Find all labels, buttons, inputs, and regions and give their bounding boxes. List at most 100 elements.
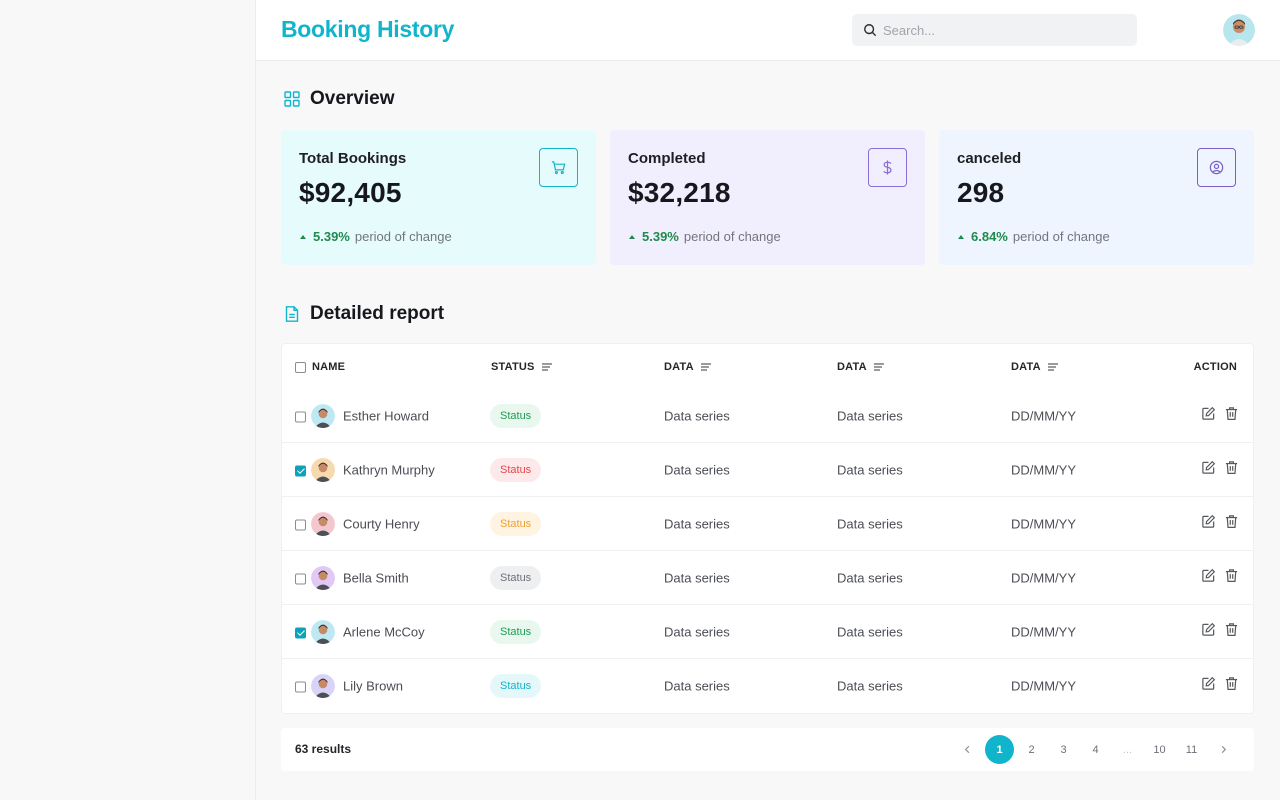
up-arrow-icon [958,234,964,239]
column-data-3[interactable]: DATA [1011,361,1059,373]
row-actions [1201,460,1239,480]
stat-card-total-bookings: Total Bookings $92,405 5.39% period of c… [281,130,596,265]
search-input[interactable] [883,22,1123,38]
trash-icon[interactable] [1224,568,1239,588]
row-data-1: Data series [664,462,730,477]
stat-change-text: period of change [683,229,781,244]
row-checkbox[interactable] [295,681,306,693]
row-data-1: Data series [664,624,730,639]
page-button[interactable]: 11 [1177,735,1206,764]
avatar [311,403,335,428]
avatar [311,457,335,482]
row-name: Kathryn Murphy [343,462,435,477]
sort-icon[interactable] [1047,362,1059,372]
report-table: NAME STATUS DATA DATA DATA ACTION Esther… [281,343,1254,714]
row-data-2: Data series [837,678,903,694]
row-checkbox-wrap [295,410,306,422]
page-button[interactable]: 10 [1145,735,1174,764]
column-status[interactable]: STATUS [491,361,553,373]
row-date: DD/MM/YY [1011,678,1076,694]
overview-title: Overview [310,88,395,109]
select-all-checkbox[interactable] [295,361,306,373]
chevron-right-icon[interactable] [1209,735,1238,764]
stat-value: $32,218 [628,177,731,208]
row-date: DD/MM/YY [1011,516,1076,531]
stat-card-completed: Completed $32,218 5.39% period of change [610,130,925,265]
stat-change-percent: 5.39% [642,229,679,244]
table-row[interactable]: Lily Brown Status Data series Data serie… [282,659,1253,713]
row-data-1: Data series [664,408,730,423]
edit-icon[interactable] [1201,676,1216,696]
avatar [311,565,335,590]
page-button[interactable]: 3 [1049,735,1078,764]
row-checkbox[interactable] [295,519,306,530]
status-badge: Status [490,511,542,536]
edit-icon[interactable] [1201,460,1216,480]
row-name: Esther Howard [343,408,429,423]
row-data-1: Data series [664,678,730,694]
row-date: DD/MM/YY [1011,570,1076,585]
stat-value: $92,405 [299,177,402,208]
trash-icon[interactable] [1224,460,1239,480]
document-icon [283,305,301,323]
report-title: Detailed report [310,303,445,324]
column-action-label: ACTION [1193,361,1237,373]
table-row[interactable]: Bella Smith Status Data series Data seri… [282,551,1253,605]
stat-label: Completed [628,150,706,167]
pagination-ellipsis: ... [1122,743,1133,756]
row-checkbox[interactable] [295,627,306,638]
column-data-1[interactable]: DATA [664,361,712,373]
table-row[interactable]: Esther Howard Status Data series Data se… [282,389,1253,443]
column-status-label: STATUS [491,361,535,373]
page-button[interactable]: 4 [1081,735,1110,764]
stat-change: 6.84% period of change [957,229,1110,244]
table-row[interactable]: Courty Henry Status Data series Data ser… [282,497,1253,551]
chevron-left-icon[interactable] [953,735,982,764]
edit-icon[interactable] [1201,514,1216,534]
status-badge: Status [490,403,542,428]
table-footer: 63 results 1 2 3 4... 10 11 [281,728,1254,771]
status-badge: Status [490,619,542,644]
table-row[interactable]: Kathryn Murphy Status Data series Data s… [282,443,1253,497]
column-name-label: NAME [312,361,346,373]
user-avatar[interactable] [1223,14,1255,46]
edit-icon[interactable] [1201,406,1216,426]
report-heading: Detailed report [283,303,444,325]
page-title: Booking History [281,16,455,42]
column-data-label: DATA [1011,361,1041,373]
avatar [311,619,335,644]
column-data-label: DATA [837,361,867,373]
column-data-label: DATA [664,361,694,373]
dollar-icon [868,148,907,187]
page-button[interactable]: 2 [1017,735,1046,764]
sort-icon[interactable] [873,362,885,372]
stat-label: Total Bookings [299,150,407,167]
search-bar[interactable] [852,14,1137,46]
cart-icon [539,148,578,187]
row-actions [1201,406,1239,426]
sort-icon[interactable] [541,362,553,372]
edit-icon[interactable] [1201,568,1216,588]
page-button[interactable]: 1 [985,735,1014,764]
edit-icon[interactable] [1201,622,1216,642]
row-data-1: Data series [664,516,730,531]
row-checkbox[interactable] [295,465,306,476]
sort-icon[interactable] [700,362,712,372]
row-date: DD/MM/YY [1011,624,1076,639]
trash-icon[interactable] [1224,676,1239,696]
trash-icon[interactable] [1224,406,1239,426]
trash-icon[interactable] [1224,622,1239,642]
table-row[interactable]: Arlene McCoy Status Data series Data ser… [282,605,1253,659]
row-checkbox[interactable] [295,573,306,584]
trash-icon[interactable] [1224,514,1239,534]
row-checkbox[interactable] [295,411,306,422]
row-checkbox-wrap [295,518,306,530]
row-actions [1201,514,1239,534]
table-header: NAME STATUS DATA DATA DATA ACTION [282,344,1253,389]
up-arrow-icon [300,234,306,239]
row-checkbox-wrap [295,572,306,584]
results-count: 63 results [295,742,352,756]
column-data-2[interactable]: DATA [837,361,885,373]
row-checkbox-wrap [295,681,306,693]
search-icon [864,24,877,37]
